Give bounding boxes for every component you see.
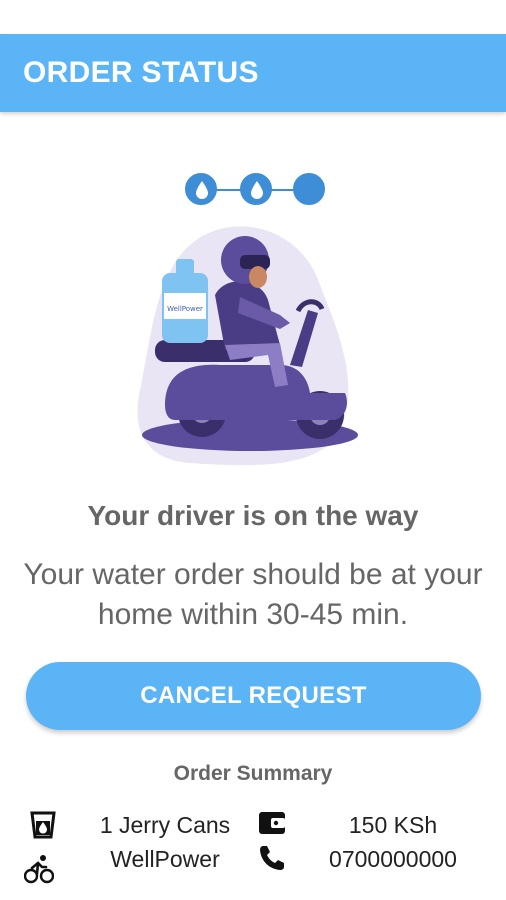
delivery-driver-illustration: WellPower xyxy=(137,226,358,466)
wallet-icon xyxy=(259,812,285,834)
supplier-name: WellPower xyxy=(110,846,220,872)
cancel-request-button[interactable]: CANCEL REQUEST xyxy=(26,662,481,730)
water-drop-icon xyxy=(251,181,263,199)
status-description: Your water order should be at your home … xyxy=(23,558,483,631)
app-bar: ORDER STATUS xyxy=(0,34,506,112)
status-headline: Your driver is on the way xyxy=(87,500,419,531)
progress-stepper xyxy=(185,173,325,207)
step-1 xyxy=(185,173,217,205)
order-price: 150 KSh xyxy=(348,812,438,838)
order-summary-title: Order Summary xyxy=(173,762,333,785)
bottle-label: WellPower xyxy=(167,305,203,313)
status-bar xyxy=(0,0,506,34)
water-glass-icon xyxy=(30,811,56,839)
phone-icon xyxy=(260,846,284,870)
page-title: ORDER STATUS xyxy=(23,56,259,89)
order-quantity: 1 Jerry Cans xyxy=(99,812,231,838)
water-drop-icon xyxy=(196,181,208,199)
supplier-phone[interactable]: 0700000000 xyxy=(318,846,468,873)
step-2 xyxy=(240,173,272,205)
cyclist-icon xyxy=(24,855,54,884)
step-3 xyxy=(293,173,325,205)
